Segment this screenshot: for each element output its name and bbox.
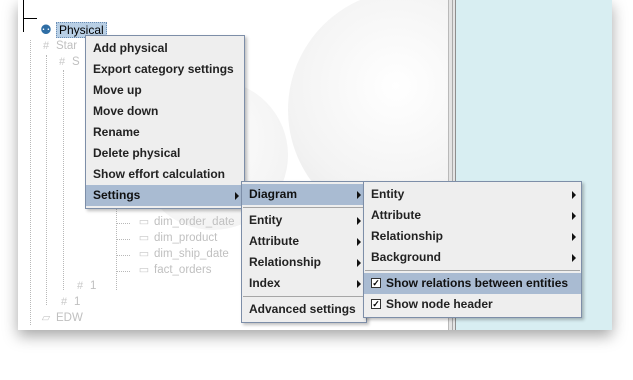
submenu-arrow-icon <box>357 259 361 267</box>
tree-guide-line <box>63 70 64 290</box>
checkbox-checked-icon[interactable]: ✓ <box>371 278 381 288</box>
menu-item-entity[interactable]: Entity <box>242 210 366 231</box>
tree-node-label: dim_order_date <box>154 216 235 228</box>
menu-item-diagram-attribute[interactable]: Attribute <box>364 205 581 226</box>
menu-item-label: Attribute <box>249 234 299 248</box>
tree-node-label: EDW <box>56 312 83 324</box>
table-icon: ▭ <box>138 216 150 228</box>
tree-node[interactable]: # S <box>56 56 80 68</box>
tree-guide-line <box>30 40 31 325</box>
tree-root-connector <box>23 18 37 19</box>
submenu-arrow-icon <box>572 212 576 220</box>
menu-item-label: Relationship <box>249 255 322 269</box>
menu-item-index[interactable]: Index <box>242 273 366 294</box>
menu-item-label: Entity <box>371 187 405 201</box>
menu-item-label: Settings <box>93 188 141 202</box>
menu-item-delete-physical[interactable]: Delete physical <box>86 143 244 164</box>
submenu-arrow-icon <box>572 254 576 262</box>
tree-node-label: dim_ship_date <box>154 248 229 260</box>
tree-node-label: fact_orders <box>154 264 212 276</box>
tree-node[interactable]: # 1 <box>58 296 80 308</box>
menu-item-label: Advanced settings <box>249 302 356 316</box>
menu-separator <box>243 296 365 297</box>
menu-separator <box>365 270 580 271</box>
menu-item-label: Show relations between entities <box>386 276 569 290</box>
menu-item-label: Diagram <box>249 187 298 201</box>
settings-submenu: Diagram Entity Attribute Relationship In… <box>241 181 367 323</box>
table-icon: ▭ <box>138 248 150 260</box>
context-menu: Add physical Export category settings Mo… <box>85 35 245 209</box>
menu-item-label: Show node header <box>386 297 493 311</box>
menu-item-label: Entity <box>249 213 283 227</box>
menu-item-settings[interactable]: Settings <box>86 185 244 206</box>
menu-item-move-down[interactable]: Move down <box>86 101 244 122</box>
table-icon: ▭ <box>138 264 150 276</box>
tree-node[interactable]: ▭ dim_product <box>138 232 218 244</box>
submenu-arrow-icon <box>357 280 361 288</box>
tree-node-label: S <box>72 56 80 68</box>
tree-node-label: 1 <box>74 296 81 308</box>
menu-item-label: Attribute <box>371 208 421 222</box>
menu-item-label: Move down <box>93 104 159 118</box>
tree-node[interactable]: ▭ fact_orders <box>138 264 212 276</box>
menu-item-label: Export category settings <box>93 62 234 76</box>
menu-item-add-physical[interactable]: Add physical <box>86 38 244 59</box>
tree-guide-line <box>116 223 130 224</box>
menu-item-diagram[interactable]: Diagram <box>242 184 366 205</box>
menu-item-advanced-settings[interactable]: Advanced settings <box>242 299 366 320</box>
tree-node-label: Star <box>56 40 78 52</box>
submenu-arrow-icon <box>357 238 361 246</box>
tree-node[interactable]: # 1 <box>74 280 96 292</box>
tree-node[interactable]: ▱ EDW <box>40 312 83 324</box>
submenu-arrow-icon <box>357 217 361 225</box>
tree-guide-line <box>116 255 130 256</box>
tree-node-label: 1 <box>90 280 97 292</box>
tree-guide-line <box>116 239 130 240</box>
menu-item-show-node-header[interactable]: ✓ Show node header <box>364 294 581 315</box>
menu-item-label: Delete physical <box>93 146 181 160</box>
physical-model-icon: ⚉ <box>40 22 52 37</box>
menu-item-diagram-relationship[interactable]: Relationship <box>364 226 581 247</box>
menu-item-show-relations-between-entities[interactable]: ✓ Show relations between entities <box>364 273 581 294</box>
tree-guide-line <box>46 55 47 305</box>
tree-node[interactable]: ▭ dim_ship_date <box>138 248 229 260</box>
menu-separator <box>243 207 365 208</box>
menu-item-move-up[interactable]: Move up <box>86 80 244 101</box>
menu-item-diagram-entity[interactable]: Entity <box>364 184 581 205</box>
menu-item-label: Move up <box>93 83 142 97</box>
menu-item-show-effort-calculation[interactable]: Show effort calculation <box>86 164 244 185</box>
tree-node[interactable]: ▭ dim_order_date <box>138 216 235 228</box>
checkbox-checked-icon[interactable]: ✓ <box>371 299 381 309</box>
menu-item-label: Index <box>249 276 281 290</box>
menu-item-export-category-settings[interactable]: Export category settings <box>86 59 244 80</box>
tree-root-line <box>23 0 24 32</box>
diagram-submenu: Entity Attribute Relationship Background… <box>363 181 582 318</box>
menu-item-attribute[interactable]: Attribute <box>242 231 366 252</box>
submenu-arrow-icon <box>235 192 239 200</box>
table-icon: ▭ <box>138 232 150 244</box>
table-grid-icon: # <box>60 296 68 308</box>
menu-item-rename[interactable]: Rename <box>86 122 244 143</box>
tree-guide-line <box>116 271 130 272</box>
submenu-arrow-icon <box>572 191 576 199</box>
menu-item-diagram-background[interactable]: Background <box>364 247 581 268</box>
submenu-arrow-icon <box>357 191 361 199</box>
table-grid-icon: # <box>58 56 66 68</box>
tree-node-label: dim_product <box>154 232 218 244</box>
menu-item-label: Background <box>371 250 442 264</box>
menu-item-label: Relationship <box>371 229 444 243</box>
menu-item-label: Add physical <box>93 41 168 55</box>
table-grid-icon: # <box>42 40 50 52</box>
menu-item-label: Show effort calculation <box>93 167 226 181</box>
folder-icon: ▱ <box>41 312 51 324</box>
submenu-arrow-icon <box>572 233 576 241</box>
table-grid-icon: # <box>76 280 84 292</box>
tree-node[interactable]: # Star <box>40 40 77 52</box>
menu-item-relationship[interactable]: Relationship <box>242 252 366 273</box>
menu-item-label: Rename <box>93 125 140 139</box>
